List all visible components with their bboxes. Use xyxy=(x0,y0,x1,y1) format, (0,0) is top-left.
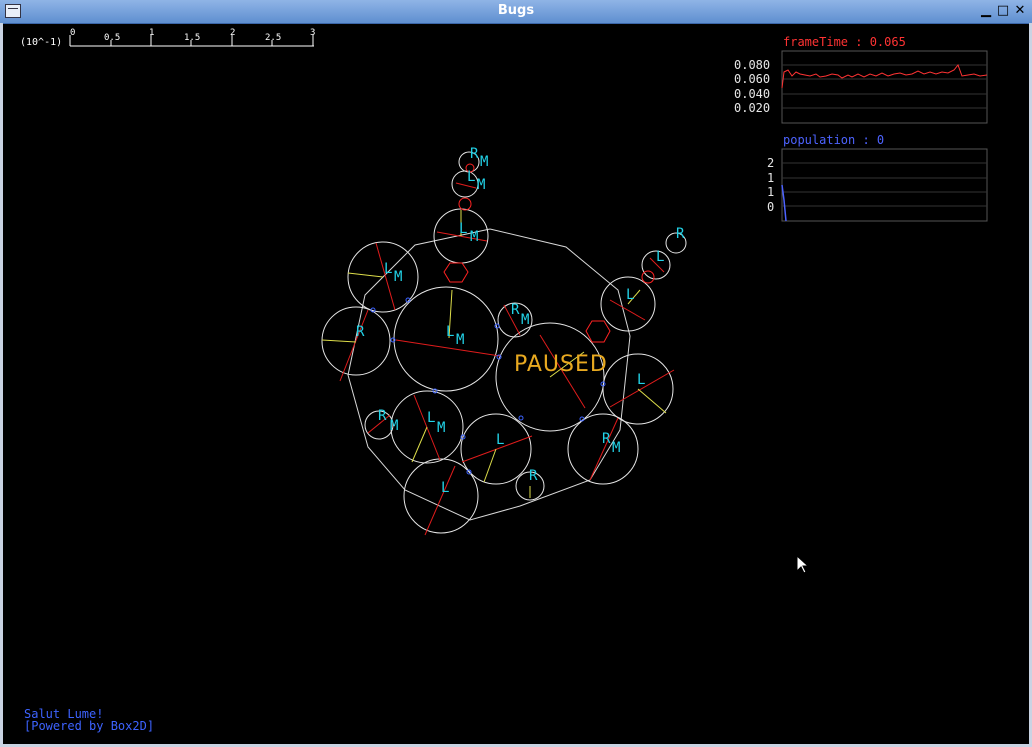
svg-text:R: R xyxy=(356,324,365,340)
frametime-series xyxy=(781,63,988,89)
ruler-tick-6: 3 xyxy=(310,28,315,38)
population-ytick-3: 0 xyxy=(767,200,774,214)
svg-text:L: L xyxy=(459,221,467,237)
frametime-ytick-1: 0.060 xyxy=(734,72,770,86)
close-icon[interactable]: ✕ xyxy=(1012,3,1028,19)
joint-node xyxy=(585,320,611,343)
svg-text:R: R xyxy=(378,408,387,424)
svg-text:M: M xyxy=(521,312,529,328)
ruler-unit-label: (10^-1) xyxy=(20,37,62,48)
population-graph: 2 1 1 0 xyxy=(767,148,988,222)
svg-text:M: M xyxy=(612,440,620,456)
frametime-ytick-0: 0.080 xyxy=(734,58,770,72)
bug-organism: RM LM LM LM R LM RM RM LM L R L RM L L L… xyxy=(321,146,687,536)
svg-text:M: M xyxy=(394,269,402,285)
simulation-canvas[interactable]: (10^-1) 0 0.5 1 1.5 2 2.5 3 R M L M L M … xyxy=(3,23,1029,744)
svg-text:L: L xyxy=(441,480,449,496)
frametime-label: frameTime : 0.065 xyxy=(783,35,906,49)
population-ytick-1: 1 xyxy=(767,171,774,185)
svg-text:R: R xyxy=(529,468,538,484)
svg-text:M: M xyxy=(477,177,485,193)
ruler-tick-4: 2 xyxy=(230,28,235,38)
population-series xyxy=(781,184,787,222)
svg-text:R: R xyxy=(676,226,685,242)
ruler-tick-0: 0 xyxy=(70,28,75,38)
svg-text:M: M xyxy=(480,154,488,170)
svg-text:R: R xyxy=(511,302,520,318)
svg-text:L: L xyxy=(467,169,475,185)
window-title: Bugs xyxy=(497,3,535,18)
svg-text:M: M xyxy=(390,418,398,434)
maximize-icon[interactable]: □ xyxy=(995,3,1011,19)
svg-text:R: R xyxy=(602,431,611,447)
svg-text:M: M xyxy=(437,420,445,436)
frametime-ytick-2: 0.040 xyxy=(734,87,770,101)
ruler-tick-1: 0.5 xyxy=(104,33,120,43)
svg-text:L: L xyxy=(446,324,454,340)
population-ytick-0: 2 xyxy=(767,156,774,170)
ruler-tick-2: 1 xyxy=(149,28,154,38)
joint-node xyxy=(458,197,472,211)
joint-node xyxy=(443,262,469,283)
svg-text:L: L xyxy=(496,432,504,448)
frametime-ytick-3: 0.020 xyxy=(734,101,770,115)
cell xyxy=(567,413,639,485)
node-labels: RM LM LM LM R LM RM RM LM L R L RM L L L… xyxy=(356,146,685,496)
svg-text:R: R xyxy=(470,146,479,162)
population-ytick-2: 1 xyxy=(767,185,774,199)
app-window: Bugs ▁ □ ✕ (10^-1) 0 0.5 1 1.5 2 2.5 3 R… xyxy=(0,0,1032,747)
cell xyxy=(403,458,479,534)
powered-by-text: [Powered by Box2D] xyxy=(24,719,155,733)
population-label: population : 0 xyxy=(783,133,885,147)
title-bar[interactable]: Bugs ▁ □ ✕ xyxy=(0,0,1032,24)
scale-ruler: (10^-1) 0 0.5 1 1.5 2 2.5 3 xyxy=(20,28,315,48)
paused-indicator: PAUSED xyxy=(514,352,608,377)
ruler-tick-3: 1.5 xyxy=(184,33,200,43)
svg-text:L: L xyxy=(637,372,645,388)
minimize-icon[interactable]: ▁ xyxy=(978,3,994,19)
mouse-cursor-icon xyxy=(796,554,810,574)
svg-text:L: L xyxy=(384,261,392,277)
svg-text:L: L xyxy=(626,287,634,303)
svg-text:L: L xyxy=(427,410,435,426)
svg-text:M: M xyxy=(470,229,478,245)
ruler-tick-5: 2.5 xyxy=(265,33,281,43)
frametime-graph: 0.080 0.060 0.040 0.020 xyxy=(734,50,988,124)
svg-text:L: L xyxy=(656,249,664,265)
svg-text:M: M xyxy=(456,332,464,348)
